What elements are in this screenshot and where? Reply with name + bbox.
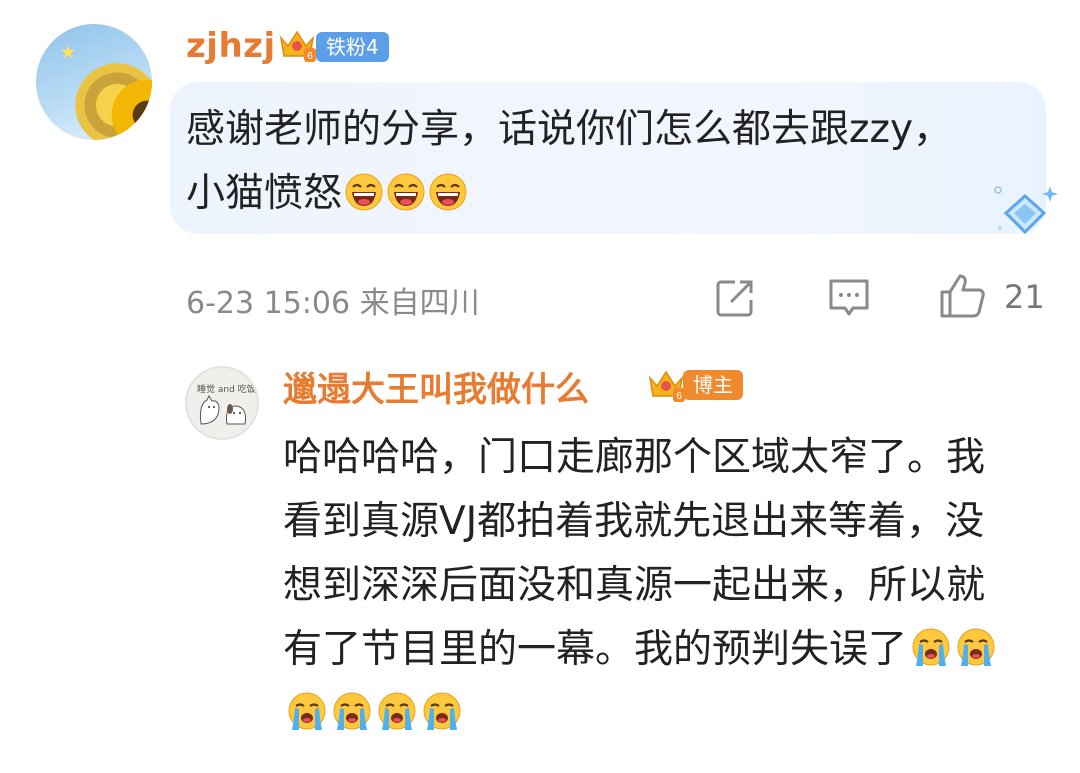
- fan-level-badge[interactable]: 铁粉4: [316, 32, 389, 62]
- comment-location: 来自四川: [359, 286, 480, 321]
- blogger-badge[interactable]: 博主: [683, 370, 743, 400]
- crown-icon: 6: [279, 30, 316, 62]
- crying-emoji-icon: [957, 628, 995, 666]
- crying-emoji-icon: [912, 628, 950, 666]
- blogger-username[interactable]: 邋遢大王叫我做什么: [283, 362, 589, 411]
- svg-text:6: 6: [676, 391, 682, 402]
- reply-text: 哈哈哈哈，门口走廊那个区域太窄了。我看到真源VJ都拍着我就先退出来等着，没想到深…: [283, 426, 1023, 746]
- crying-emoji-icon: [378, 692, 416, 730]
- svg-text:6: 6: [307, 51, 313, 62]
- sunflower-image: [102, 70, 152, 140]
- crying-emoji-icon: [423, 692, 461, 730]
- laughing-emoji-icon: [345, 173, 383, 211]
- crown-icon: 6: [648, 370, 685, 402]
- cat-dog-doodle-icon: [200, 394, 246, 425]
- laugh-emoji-group: [342, 171, 468, 216]
- comment-body: 感谢老师的分享，话说你们怎么都去跟zzy，小猫愤怒: [186, 107, 953, 216]
- laughing-emoji-icon: [387, 173, 425, 211]
- blogger-avatar[interactable]: 睡觉 and 吃饭: [185, 366, 259, 440]
- commenter-avatar[interactable]: ★: [36, 24, 152, 140]
- comment-icon[interactable]: [826, 276, 872, 320]
- comment-text: 感谢老师的分享，话说你们怎么都去跟zzy，小猫愤怒: [186, 98, 986, 226]
- reply-body: 哈哈哈哈，门口走廊那个区域太窄了。我看到真源VJ都拍着我就先退出来等着，没想到深…: [283, 435, 986, 672]
- comment-time: 6-23 15:06: [186, 286, 351, 321]
- crying-emoji-icon: [288, 692, 326, 730]
- star-icon: ★: [60, 42, 77, 63]
- thumbs-up-icon[interactable]: [938, 272, 986, 320]
- commenter-username[interactable]: zjhzj: [186, 26, 276, 66]
- diamond-icon: [994, 186, 1058, 235]
- laughing-emoji-icon: [429, 173, 467, 211]
- comment-meta: 6-23 15:06 来自四川: [186, 278, 480, 322]
- like-count: 21: [1004, 278, 1045, 316]
- share-icon[interactable]: [713, 276, 757, 320]
- crying-emoji-icon: [333, 692, 371, 730]
